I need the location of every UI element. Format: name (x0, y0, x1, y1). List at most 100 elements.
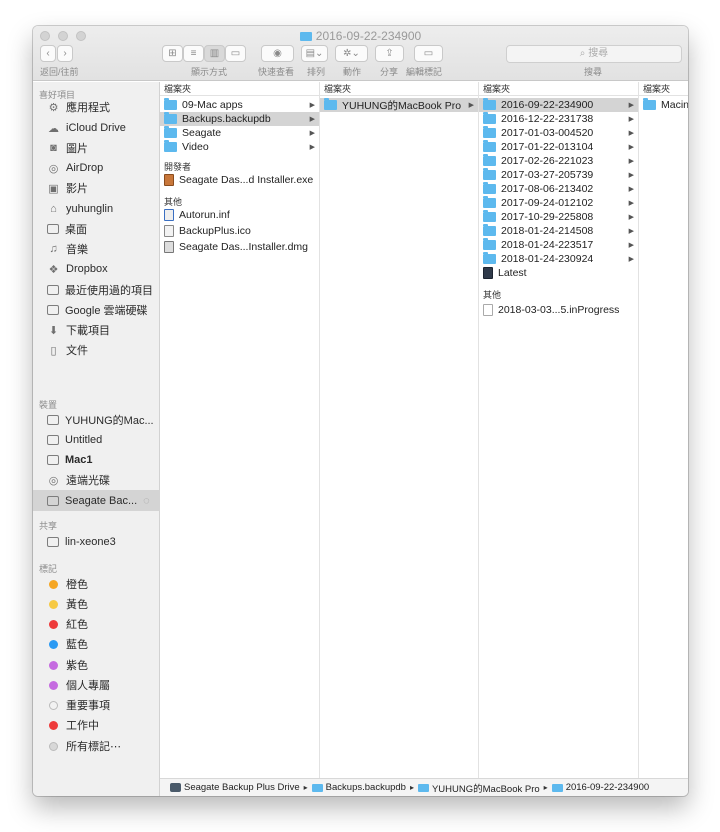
tag-purple[interactable]: 紫色 (47, 656, 88, 674)
tag-all-tags[interactable]: 所有標記⋯ (47, 737, 121, 755)
home-icon: ⌂ (50, 203, 57, 215)
list-item[interactable]: Seagate Das...Installer.dmg (160, 239, 319, 255)
column-4: 檔案夾 Macin (639, 82, 688, 778)
list-item[interactable]: Autorun.inf (160, 207, 319, 223)
icon-view-button[interactable]: ⊞ (162, 45, 183, 62)
chevron-right-icon: › (63, 48, 67, 59)
sidebar-item-remote-disc[interactable]: ◎ 遠端光碟 (47, 471, 110, 489)
tag-yellow[interactable]: 黃色 (47, 595, 88, 613)
folder-icon (47, 305, 59, 315)
folder-icon (483, 154, 496, 166)
list-item[interactable]: Macin (639, 98, 688, 112)
sidebar-item-google-drive[interactable]: Google 雲端硬碟 (47, 301, 148, 319)
column-header: 檔案夾 (479, 82, 638, 96)
path-item[interactable]: 2016-09-22-234900 (566, 782, 649, 793)
list-item[interactable]: 2017-09-24-012102 ▶ (479, 196, 638, 210)
sidebar-item-home[interactable]: ⌂ yuhunglin (47, 200, 113, 218)
column-view-button[interactable]: ▥ (204, 45, 225, 62)
sidebar-item-downloads[interactable]: ⬇ 下載項目 (47, 321, 110, 339)
folder-icon (483, 224, 496, 236)
camera-icon: ◙ (50, 142, 57, 154)
tag-important[interactable]: 重要事項 (47, 696, 110, 714)
list-item[interactable]: BackupPlus.ico (160, 223, 319, 239)
list-item[interactable]: 2018-01-24-230924 ▶ (479, 252, 638, 266)
dropbox-icon: ❖ (48, 263, 59, 276)
sidebar-item-icloud[interactable]: ☁ iCloud Drive (47, 119, 126, 137)
tag-dot-icon (49, 579, 58, 589)
sidebar-item-seagate[interactable]: Seagate Bac... ◌ (33, 490, 160, 511)
film-icon: ▣ (48, 182, 59, 195)
sidebar-item-documents[interactable]: ▯ 文件 (47, 341, 88, 359)
tag-work[interactable]: 工作中 (47, 716, 99, 734)
list-item[interactable]: 2018-01-24-223517 ▶ (479, 238, 638, 252)
column-header: 檔案夾 (160, 82, 319, 96)
list-item[interactable]: 2017-03-27-205739 ▶ (479, 168, 638, 182)
list-item[interactable]: 2016-12-22-231738 ▶ (479, 112, 638, 126)
search-input[interactable]: ⌕ 搜尋 (506, 45, 682, 63)
tag-red[interactable]: 紅色 (47, 615, 88, 633)
sidebar-item-untitled[interactable]: Untitled (47, 431, 102, 449)
folder-icon (551, 783, 563, 792)
sidebar-item-airdrop[interactable]: ◎ AirDrop (47, 159, 104, 177)
disclosure-arrow-icon: ▶ (628, 186, 634, 193)
finder-window: 2016-09-22-234900 ‹ › 返回/往前 ⊞ ≡ ▥ ▭ 顯示方式 ◉ 快… (33, 26, 688, 796)
tag-dot-icon (49, 639, 58, 649)
sidebar-item-recents[interactable]: 最近使用過的項目 (47, 281, 153, 299)
arrange-button[interactable]: ▤⌄ (301, 45, 328, 62)
list-item[interactable]: YUHUNG的MacBook Pro ▶ (320, 98, 478, 112)
search-icon: ⌕ (579, 48, 586, 59)
tag-personal[interactable]: 個人專屬 (47, 676, 110, 694)
sidebar-item-lin-xeone3[interactable]: lin-xeone3 (47, 533, 116, 551)
sidebar-item-macbook[interactable]: YUHUNG的Mac... (47, 411, 154, 429)
list-item[interactable]: Backups.backupdb ▶ (160, 112, 319, 126)
list-item[interactable]: 2018-01-24-214508 ▶ (479, 224, 638, 238)
document-icon (164, 225, 174, 237)
sidebar-item-pictures[interactable]: ◙ 圖片 (47, 139, 88, 157)
path-item[interactable]: Backups.backupdb (326, 782, 406, 793)
tag-orange[interactable]: 橙色 (47, 575, 88, 593)
gallery-view-button[interactable]: ▭ (225, 45, 246, 62)
path-item[interactable]: Seagate Backup Plus Drive (184, 782, 300, 793)
list-item[interactable]: Seagate ▶ (160, 126, 319, 140)
folder-icon (324, 98, 337, 110)
folder-icon (483, 182, 496, 194)
quicklook-button[interactable]: ◉ (261, 45, 294, 62)
list-view-button[interactable]: ≡ (183, 45, 204, 62)
sidebar-item-mac1[interactable]: Mac1 (47, 451, 93, 469)
list-item[interactable]: 2017-10-29-225808 ▶ (479, 210, 638, 224)
edit-tags-button[interactable]: ▭ (414, 45, 443, 62)
sidebar-item-applications[interactable]: ⚙ 應用程式 (47, 98, 110, 116)
folder-icon (643, 98, 656, 110)
forward-button[interactable]: › (57, 45, 73, 62)
list-item[interactable]: 2016-09-22-234900 ▶ (479, 98, 638, 112)
disk-image-icon (164, 241, 174, 253)
grid-icon: ⊞ (168, 48, 177, 59)
tag-dot-icon (49, 599, 58, 609)
sidebar-item-dropbox[interactable]: ❖ Dropbox (47, 260, 108, 278)
list-item[interactable]: Seagate Das...d Installer.exe (160, 172, 319, 188)
tag-blue[interactable]: 藍色 (47, 635, 88, 653)
sidebar-item-desktop[interactable]: 桌面 (47, 220, 87, 238)
path-item[interactable]: YUHUNG的MacBook Pro (432, 781, 540, 795)
list-item[interactable]: 2018-03-03...5.inProgress (479, 302, 638, 318)
sidebar-item-movies[interactable]: ▣ 影片 (47, 179, 88, 197)
back-button[interactable]: ‹ (40, 45, 56, 62)
list-item[interactable]: 2017-08-06-213402 ▶ (479, 182, 638, 196)
list-item[interactable]: 2017-01-03-004520 ▶ (479, 126, 638, 140)
disclosure-arrow-icon: ▶ (628, 228, 634, 235)
folder-icon (483, 126, 496, 138)
alias-icon (483, 267, 493, 279)
action-button[interactable]: ✲⌄ (335, 45, 368, 62)
list-item[interactable]: 09-Mac apps ▶ (160, 98, 319, 112)
disclosure-arrow-icon: ▶ (628, 256, 634, 263)
sidebar-item-music[interactable]: ♫ 音樂 (47, 240, 88, 258)
disclosure-arrow-icon: ▶ (309, 116, 315, 123)
laptop-icon (47, 415, 59, 425)
list-item[interactable]: 2017-01-22-013104 ▶ (479, 140, 638, 154)
list-item[interactable]: 2017-02-26-221023 ▶ (479, 154, 638, 168)
list-item[interactable]: Video ▶ (160, 140, 319, 154)
list-item[interactable]: Latest (479, 266, 638, 280)
disclosure-arrow-icon: ▶ (309, 144, 315, 151)
share-button[interactable]: ⇪ (375, 45, 404, 62)
disk-icon (47, 435, 59, 445)
